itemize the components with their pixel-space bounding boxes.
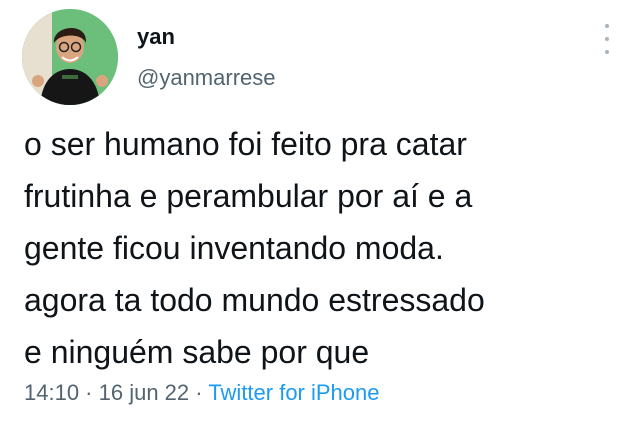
display-name[interactable]: yan <box>137 24 175 50</box>
more-vertical-icon <box>605 24 609 28</box>
tweet-time[interactable]: 14:10 <box>24 380 79 405</box>
tweet-meta: 14:10 · 16 jun 22 · Twitter for iPhone <box>24 380 380 406</box>
meta-separator: · <box>79 380 99 405</box>
tweet-date[interactable]: 16 jun 22 <box>99 380 190 405</box>
more-options-button[interactable] <box>600 24 614 54</box>
meta-separator: · <box>189 380 209 405</box>
tweet-line: frutinha e perambular por aí e a <box>24 178 473 214</box>
avatar[interactable] <box>22 9 118 105</box>
user-handle[interactable]: @yanmarrese <box>137 65 276 91</box>
tweet-line: o ser humano foi feito pra catar <box>24 126 467 162</box>
profile-photo <box>22 9 118 105</box>
tweet-line: gente ficou inventando moda. <box>24 230 444 266</box>
tweet-line: e ninguém sabe por que <box>24 334 370 370</box>
tweet-source-link[interactable]: Twitter for iPhone <box>208 380 379 405</box>
tweet-text: o ser humano foi feito pra catar frutinh… <box>24 118 624 378</box>
tweet-line: agora ta todo mundo estressado <box>24 282 485 318</box>
